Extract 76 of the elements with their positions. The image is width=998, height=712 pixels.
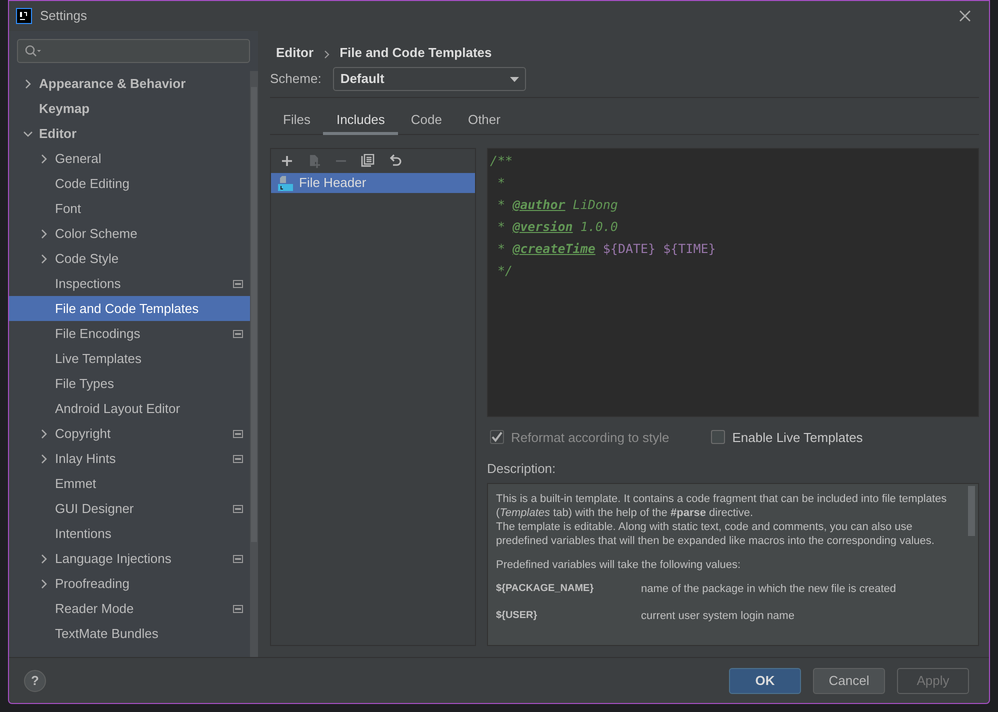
search-icon bbox=[24, 44, 42, 58]
chevron-right-icon[interactable] bbox=[39, 578, 49, 588]
search-field[interactable] bbox=[17, 39, 250, 63]
window-title: Settings bbox=[40, 7, 87, 26]
tree-item[interactable]: TextMate Bundles bbox=[9, 621, 250, 646]
tree-item[interactable]: File Encodings bbox=[9, 321, 250, 346]
chevron-right-icon[interactable] bbox=[39, 428, 49, 438]
project-icon bbox=[233, 280, 243, 288]
tree-item[interactable]: Keymap bbox=[9, 96, 250, 121]
chevron-right-icon[interactable] bbox=[39, 254, 49, 264]
tree-item[interactable]: Intentions bbox=[9, 521, 250, 546]
close-icon[interactable] bbox=[957, 8, 973, 24]
chevron-right-icon[interactable] bbox=[39, 554, 49, 564]
tree-item[interactable]: File Types bbox=[9, 371, 250, 396]
scrollbar-thumb[interactable] bbox=[251, 87, 257, 542]
tree-item[interactable]: Appearance & Behavior bbox=[9, 71, 250, 96]
tree-item[interactable]: Font bbox=[9, 196, 250, 221]
description-text: This is a built-in template. It contains a code fragment that can be included into file templates (Templates tab) with the help of the #parse directive. The template is editable. Along with static text, code and comments, you can also use predefined variables that will then be expanded like macros into the corresponding values. bbox=[496, 492, 948, 548]
tab[interactable]: Files bbox=[270, 108, 324, 135]
tree-item[interactable]: Color Scheme bbox=[9, 221, 250, 246]
tree-item[interactable]: Copyright bbox=[9, 421, 250, 446]
tree-item[interactable]: Reader Mode bbox=[9, 596, 250, 621]
code-line: * @version 1.0.0 bbox=[496, 218, 619, 236]
tree-item[interactable]: Code Editing bbox=[9, 171, 250, 196]
tree-item[interactable]: Inlay Hints bbox=[9, 446, 250, 471]
checkbox[interactable] bbox=[711, 430, 726, 444]
code-editor[interactable]: /** * * @author LiDong * @version 1.0.0 * @createTime ${DATE} ${TIME} */ bbox=[487, 148, 979, 417]
project-icon bbox=[233, 554, 243, 562]
caret-icon bbox=[510, 76, 520, 82]
variable-name: ${USER} bbox=[496, 608, 538, 622]
tab[interactable]: Code bbox=[398, 108, 455, 135]
tree-item[interactable]: Inspections bbox=[9, 271, 250, 296]
variable-description: name of the package in which the new file is created bbox=[641, 582, 896, 596]
dialog-button[interactable]: Cancel bbox=[813, 668, 885, 694]
tree-item[interactable]: Android Layout Editor bbox=[9, 396, 250, 421]
variable-description: current user system login name bbox=[641, 608, 794, 624]
app-logo-icon bbox=[16, 8, 32, 24]
code-line: /** bbox=[489, 152, 514, 170]
code-line: */ bbox=[496, 262, 514, 280]
breadcrumb-item: File and Code Templates bbox=[340, 44, 492, 62]
project-icon bbox=[233, 604, 243, 612]
chevron-right-icon[interactable] bbox=[39, 228, 49, 238]
breadcrumb-item: Editor bbox=[276, 44, 314, 62]
code-line: * @createTime ${DATE} ${TIME} bbox=[496, 240, 717, 258]
tab[interactable]: Includes bbox=[323, 108, 398, 135]
checkbox-label[interactable]: Enable Live Templates bbox=[732, 428, 863, 447]
tab[interactable]: Other bbox=[454, 108, 514, 135]
scheme-dropdown[interactable]: Default bbox=[333, 67, 526, 91]
code-line: * bbox=[496, 174, 506, 192]
description-label: Description: bbox=[487, 460, 557, 478]
tree-item[interactable]: Proofreading bbox=[9, 571, 250, 596]
tree-item[interactable]: GUI Designer bbox=[9, 496, 250, 521]
variable-name: ${PACKAGE_NAME} bbox=[496, 582, 595, 596]
help-button[interactable]: ? bbox=[24, 670, 46, 692]
tree-item[interactable]: Code Style bbox=[9, 246, 250, 271]
project-icon bbox=[233, 504, 243, 512]
project-icon bbox=[233, 430, 243, 438]
project-icon bbox=[233, 454, 243, 462]
description-text: Predefined variables will take the following values: bbox=[496, 558, 742, 572]
code-line: * @author LiDong bbox=[496, 196, 619, 214]
chevron-right-icon[interactable] bbox=[39, 454, 49, 464]
file-icon bbox=[278, 176, 293, 190]
chevron-right-icon[interactable] bbox=[23, 78, 33, 88]
tree-item[interactable]: Editor bbox=[9, 121, 250, 146]
tree-item[interactable]: Live Templates bbox=[9, 346, 250, 371]
tree-item[interactable]: File and Code Templates bbox=[9, 296, 250, 321]
ok-button[interactable]: OK bbox=[729, 668, 801, 694]
project-icon bbox=[233, 330, 243, 338]
tree-item[interactable]: General bbox=[9, 146, 250, 171]
template-item[interactable]: File Header bbox=[271, 173, 475, 193]
tree-item[interactable]: Emmet bbox=[9, 471, 250, 496]
chevron-right-icon[interactable] bbox=[39, 154, 49, 164]
scheme-label: Scheme: bbox=[270, 70, 322, 88]
chevron-down-icon[interactable] bbox=[23, 128, 33, 138]
scrollbar-thumb[interactable] bbox=[968, 486, 975, 536]
tree-item[interactable]: Language Injections bbox=[9, 546, 250, 571]
